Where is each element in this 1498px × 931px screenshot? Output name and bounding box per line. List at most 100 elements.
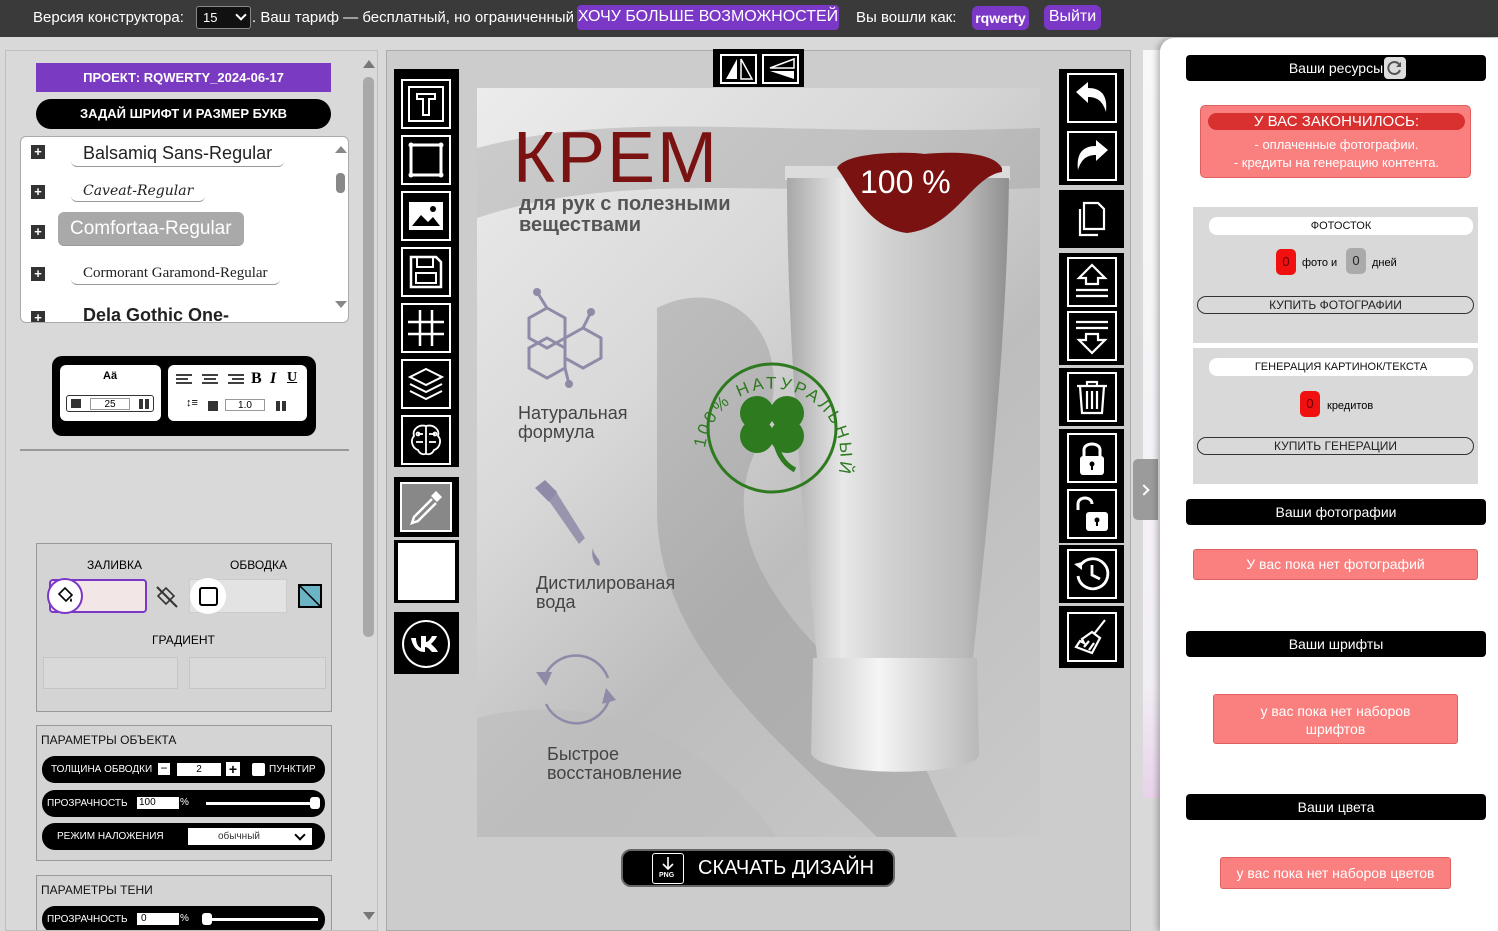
duplicate-button[interactable]: [1059, 190, 1124, 248]
font-item-cormorant[interactable]: + Cormorant Garamond-Regular: [21, 261, 331, 297]
scroll-up-icon[interactable]: [335, 146, 347, 153]
font-item-comfortaa[interactable]: + Comfortaa-Regular: [21, 212, 331, 255]
font-item-caveat[interactable]: + Caveat-Regular: [21, 179, 331, 215]
buy-generation-button[interactable]: КУПИТЬ ГЕНЕРАЦИИ: [1197, 437, 1474, 455]
eyedropper-button[interactable]: [400, 482, 452, 532]
clear-button[interactable]: [1059, 606, 1124, 668]
dashed-checkbox[interactable]: [252, 763, 265, 776]
font-list-scrollbar[interactable]: [334, 143, 347, 313]
paint-bucket-icon[interactable]: [47, 578, 83, 614]
no-fill-icon[interactable]: [154, 584, 180, 610]
refresh-icon[interactable]: [1384, 57, 1406, 79]
bold-button[interactable]: B: [251, 370, 262, 388]
delete-button[interactable]: [1059, 368, 1124, 426]
plus-icon[interactable]: +: [31, 267, 45, 281]
redo-button[interactable]: [1059, 127, 1124, 185]
version-select[interactable]: 15: [196, 6, 251, 29]
panel-toggle-button[interactable]: [1133, 459, 1158, 520]
buy-photos-button[interactable]: КУПИТЬ ФОТОГРАФИИ: [1197, 296, 1474, 314]
logged-in-label: Вы вошли как:: [856, 9, 957, 26]
line-height-input[interactable]: 1.0: [225, 399, 265, 411]
grid-tool-button[interactable]: [401, 303, 451, 353]
scroll-down-icon[interactable]: [335, 301, 347, 308]
stroke-width-input[interactable]: 2: [177, 763, 221, 776]
feature-line: восстановление: [547, 763, 683, 783]
typography-panel: Aä 25 B I U ↕≡ 1.0: [52, 356, 316, 436]
feature-fast-recovery[interactable]: Быстрое восстановление: [547, 745, 682, 783]
object-params-section: ПАРАМЕТРЫ ОБЪЕКТА ТОЛЩИНА ОБВОДКИ − 2 + …: [36, 725, 332, 861]
undo-button[interactable]: [1059, 69, 1124, 127]
font-list[interactable]: + Balsamiq Sans-Regular + Caveat-Regular…: [20, 136, 349, 323]
font-item-dela[interactable]: + Dela Gothic One-: [21, 301, 331, 322]
plus-icon[interactable]: +: [31, 225, 45, 239]
image-tool-button[interactable]: [401, 191, 451, 241]
rectangle-tool-button[interactable]: [401, 135, 451, 185]
lock-button[interactable]: [1059, 429, 1124, 487]
gradient-start[interactable]: [43, 657, 178, 689]
minus-icon[interactable]: [208, 401, 218, 411]
scroll-thumb[interactable]: [363, 77, 374, 637]
shadow-slider[interactable]: [206, 918, 318, 921]
shadow-opacity-input[interactable]: 0: [137, 913, 179, 925]
dropper-icon[interactable]: [527, 478, 617, 568]
natural-product-stamp[interactable]: 100% НАТУРАЛЬНЫЙ ПРОДУКТ: [677, 328, 867, 518]
font-size-input[interactable]: 25: [90, 398, 130, 410]
molecule-icon[interactable]: [517, 286, 607, 396]
plus-icon[interactable]: +: [31, 311, 45, 322]
scroll-down-icon[interactable]: [363, 912, 375, 920]
no-stroke-icon[interactable]: [298, 584, 322, 608]
send-backward-button[interactable]: [1059, 307, 1124, 365]
design-canvas[interactable]: КРЕМ для рук с полезными веществами 100 …: [477, 88, 1040, 837]
plus-icon[interactable]: +: [31, 185, 45, 199]
upgrade-button[interactable]: ХОЧУ БОЛЬШЕ ВОЗМОЖНОСТЕЙ: [577, 5, 839, 30]
fill-stroke-section: ЗАЛИВКА ОБВОДКА ГРАДИЕНТ: [36, 543, 332, 712]
layers-tool-button[interactable]: [401, 359, 451, 409]
gradient-end[interactable]: [189, 657, 326, 689]
grid-icon[interactable]: [276, 401, 286, 411]
shadow-opacity-label: ПРОЗРАЧНОСТЬ: [47, 914, 128, 925]
photos-header: Ваши фотографии: [1186, 499, 1486, 525]
feature-distilled-water[interactable]: Дистилированая вода: [536, 574, 675, 612]
underline-button[interactable]: U: [287, 370, 297, 386]
vk-icon[interactable]: [402, 620, 450, 668]
current-color-swatch[interactable]: [398, 543, 455, 600]
username-badge[interactable]: rqwerty: [972, 6, 1029, 30]
opacity-slider[interactable]: [206, 802, 318, 805]
logout-button[interactable]: Выйти: [1044, 5, 1101, 30]
font-size-stepper[interactable]: 25: [66, 395, 154, 412]
bring-forward-icon: [1075, 263, 1108, 298]
square-stroke-icon[interactable]: [190, 578, 226, 614]
opacity-input[interactable]: 100: [137, 797, 179, 809]
italic-button[interactable]: I: [270, 370, 276, 388]
minus-icon[interactable]: [71, 399, 81, 408]
align-icons[interactable]: [176, 373, 252, 387]
text-tool-button[interactable]: [401, 79, 451, 129]
unlock-button[interactable]: [1059, 485, 1124, 543]
font-item-balsamiq[interactable]: + Balsamiq Sans-Regular: [21, 139, 331, 175]
blend-select[interactable]: обычный: [188, 828, 312, 845]
stroke-width-label: ТОЛЩИНА ОБВОДКИ: [51, 764, 153, 775]
opacity-slider-thumb[interactable]: [310, 797, 320, 809]
plus-icon[interactable]: +: [31, 145, 45, 159]
history-button[interactable]: [1059, 545, 1124, 603]
scroll-up-icon[interactable]: [363, 60, 375, 68]
scroll-thumb[interactable]: [336, 173, 345, 193]
font-settings-button[interactable]: ЗАДАЙ ШРИФТ И РАЗМЕР БУКВ: [36, 99, 331, 129]
stroke-width-row: ТОЛЩИНА ОБВОДКИ − 2 + ПУНКТИР: [42, 756, 325, 783]
flip-vertical-icon[interactable]: [762, 54, 799, 84]
bring-forward-button[interactable]: [1059, 253, 1124, 311]
left-panel-scrollbar[interactable]: [361, 55, 376, 925]
shadow-slider-thumb[interactable]: [202, 913, 212, 925]
refresh-icon[interactable]: [532, 648, 622, 738]
feature-line: Натуральная: [518, 403, 628, 423]
grid-icon[interactable]: [139, 399, 149, 409]
download-design-button[interactable]: PNG СКАЧАТЬ ДИЗАЙН: [621, 849, 895, 887]
feature-natural-formula[interactable]: Натуральная формула: [518, 404, 627, 442]
font-item-label: Caveat-Regular: [71, 181, 206, 202]
generation-title: ГЕНЕРАЦИЯ КАРТИНОК/ТЕКСТА: [1209, 358, 1473, 376]
plus-icon[interactable]: +: [226, 762, 240, 776]
flip-horizontal-icon[interactable]: [720, 54, 757, 84]
ai-tool-button[interactable]: [401, 415, 451, 465]
save-button[interactable]: [401, 247, 451, 297]
minus-icon[interactable]: −: [158, 762, 170, 775]
